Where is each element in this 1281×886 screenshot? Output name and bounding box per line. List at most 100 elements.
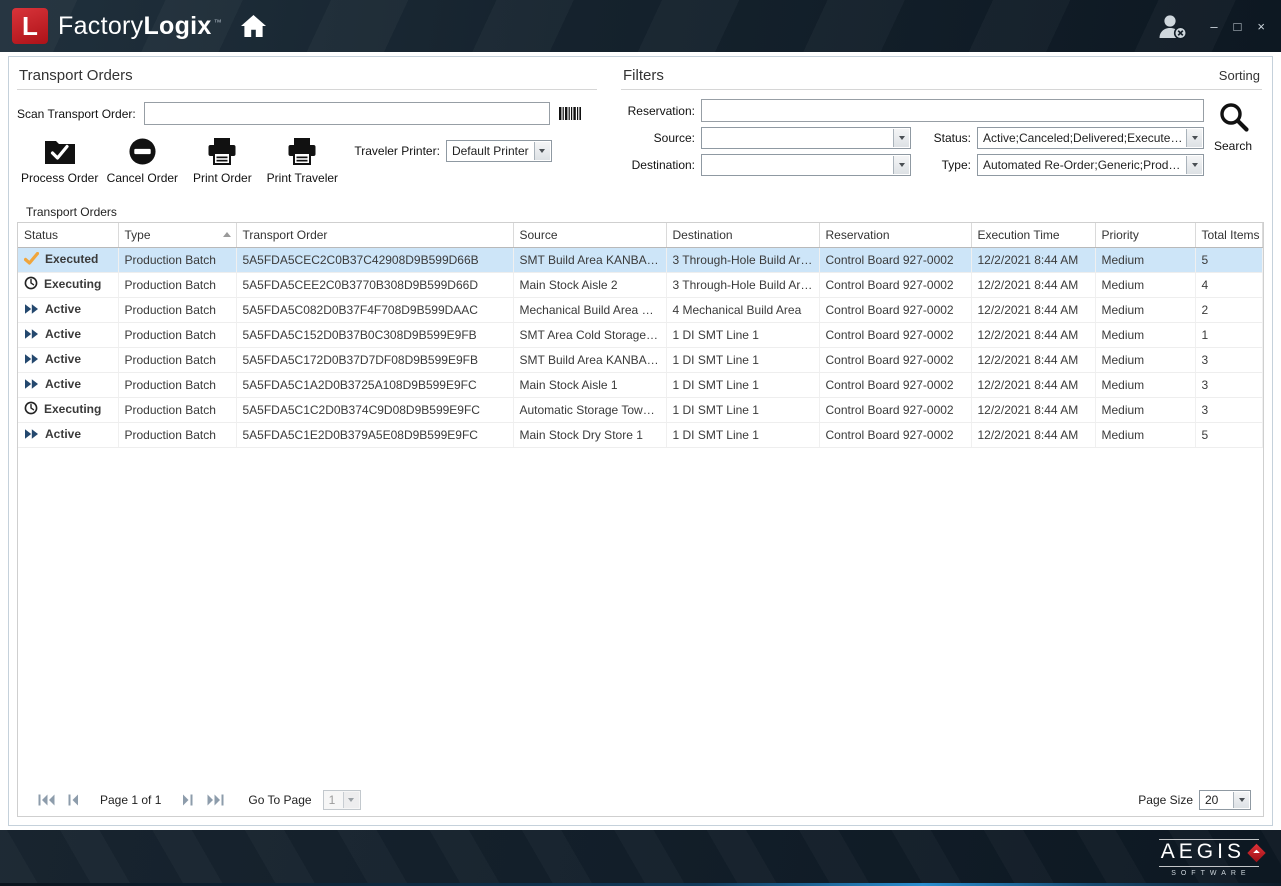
reservation-input[interactable] (701, 99, 1204, 122)
cell-status: Executed (18, 247, 118, 272)
cell-transport-order: 5A5FDA5C1E2D0B379A5E08D9B599E9FC (236, 422, 513, 447)
cell-execution-time: 12/2/2021 8:44 AM (971, 397, 1095, 422)
scan-transport-order-input[interactable] (144, 102, 550, 125)
minimize-button[interactable]: – (1210, 20, 1217, 33)
cell-execution-time: 12/2/2021 8:44 AM (971, 372, 1095, 397)
traveler-printer-value: Default Printer (452, 144, 529, 158)
cell-destination: 1 DI SMT Line 1 (666, 347, 819, 372)
column-header-destination[interactable]: Destination (666, 223, 819, 247)
source-label: Source: (621, 131, 695, 145)
cancel-order-icon (128, 135, 157, 168)
goto-page-value: 1 (329, 793, 336, 807)
cell-destination: 1 DI SMT Line 1 (666, 322, 819, 347)
cell-destination: 1 DI SMT Line 1 (666, 372, 819, 397)
cell-transport-order: 5A5FDA5C152D0B37B0C308D9B599E9FB (236, 322, 513, 347)
transport-orders-panel: Transport Orders Scan Transport Order: P… (9, 57, 607, 199)
status-text: Active (45, 377, 81, 391)
cell-total-items: 2 (1195, 297, 1263, 322)
cell-priority: Medium (1095, 347, 1195, 372)
next-page-button[interactable] (178, 792, 198, 808)
cell-type: Production Batch (118, 347, 236, 372)
search-button[interactable]: Search (1204, 99, 1262, 181)
print-order-label: Print Order (193, 171, 252, 185)
cell-status: Executing (18, 397, 118, 422)
column-header-type[interactable]: Type (118, 223, 236, 247)
fast-forward-icon (24, 378, 39, 393)
cell-execution-time: 12/2/2021 8:44 AM (971, 297, 1095, 322)
table-row[interactable]: ActiveProduction Batch5A5FDA5C1E2D0B379A… (18, 422, 1263, 447)
cell-status: Active (18, 347, 118, 372)
process-order-label: Process Order (21, 171, 98, 185)
maximize-button[interactable]: □ (1234, 20, 1242, 33)
status-label: Status: (921, 131, 971, 145)
sorting-link[interactable]: Sorting (1219, 68, 1260, 83)
print-order-button[interactable]: Print Order (182, 134, 262, 186)
cell-execution-time: 12/2/2021 8:44 AM (971, 272, 1095, 297)
destination-select[interactable] (701, 154, 911, 176)
close-button[interactable]: × (1257, 20, 1265, 33)
type-select[interactable]: Automated Re-Order;Generic;Produc... (977, 154, 1204, 176)
cell-reservation: Control Board 927-0002 (819, 247, 971, 272)
transport-orders-group: Transport Orders StatusTypeTransport Ord… (17, 205, 1264, 817)
table-row[interactable]: ExecutingProduction Batch5A5FDA5C1C2D0B3… (18, 397, 1263, 422)
table-row[interactable]: ActiveProduction Batch5A5FDA5C172D0B37D7… (18, 347, 1263, 372)
goto-page-input[interactable]: 1 (323, 790, 361, 810)
status-select[interactable]: Active;Canceled;Delivered;Executed;E... (977, 127, 1204, 149)
clock-icon (24, 276, 38, 293)
cell-type: Production Batch (118, 322, 236, 347)
transport-orders-title: Transport Orders (19, 67, 133, 84)
table-row[interactable]: ActiveProduction Batch5A5FDA5C1A2D0B3725… (18, 372, 1263, 397)
cell-total-items: 3 (1195, 372, 1263, 397)
logo-letter: L (22, 11, 38, 42)
cell-type: Production Batch (118, 422, 236, 447)
search-icon (1218, 101, 1249, 137)
cell-reservation: Control Board 927-0002 (819, 397, 971, 422)
source-select[interactable] (701, 127, 911, 149)
cell-reservation: Control Board 927-0002 (819, 322, 971, 347)
reservation-label: Reservation: (621, 104, 695, 118)
table-row[interactable]: ActiveProduction Batch5A5FDA5C152D0B37B0… (18, 322, 1263, 347)
column-header-priority[interactable]: Priority (1095, 223, 1195, 247)
column-header-source[interactable]: Source (513, 223, 666, 247)
page-size-select[interactable]: 20 (1199, 790, 1251, 810)
factorylogix-window: L FactoryLogix™ – □ × Transport Orders (0, 0, 1281, 886)
first-page-button[interactable] (36, 792, 56, 808)
filters-panel: Filters Sorting Reservation: Source: (607, 57, 1274, 199)
column-header-status[interactable]: Status (18, 223, 118, 247)
column-header-total-items[interactable]: Total Items (1195, 223, 1263, 247)
column-header-transport-order[interactable]: Transport Order (236, 223, 513, 247)
dropdown-arrow-icon (534, 142, 550, 160)
cell-type: Production Batch (118, 297, 236, 322)
cell-transport-order: 5A5FDA5CEE2C0B3770B308D9B599D66D (236, 272, 513, 297)
print-traveler-button[interactable]: Print Traveler (262, 134, 342, 186)
column-header-reservation[interactable]: Reservation (819, 223, 971, 247)
user-logout-icon[interactable] (1156, 13, 1188, 40)
cancel-order-button[interactable]: Cancel Order (102, 134, 182, 186)
cell-source: Automatic Storage Tower 1 (513, 397, 666, 422)
orders-toolbar: Process Order Cancel Order Print Order (17, 134, 597, 186)
previous-page-button[interactable] (63, 792, 83, 808)
main-content: Transport Orders Scan Transport Order: P… (8, 56, 1273, 826)
trademark: ™ (214, 18, 222, 27)
cell-priority: Medium (1095, 322, 1195, 347)
home-icon[interactable] (240, 14, 267, 38)
process-order-button[interactable]: Process Order (17, 134, 102, 186)
table-row[interactable]: ExecutingProduction Batch5A5FDA5CEE2C0B3… (18, 272, 1263, 297)
table-row[interactable]: ExecutedProduction Batch5A5FDA5CEC2C0B37… (18, 247, 1263, 272)
cell-execution-time: 12/2/2021 8:44 AM (971, 322, 1095, 347)
fast-forward-icon (24, 328, 39, 343)
cell-total-items: 5 (1195, 247, 1263, 272)
cell-type: Production Batch (118, 397, 236, 422)
sort-ascending-icon (223, 232, 231, 237)
scan-transport-order-label: Scan Transport Order: (17, 107, 136, 121)
cell-destination: 3 Through-Hole Build Area (666, 272, 819, 297)
table-row[interactable]: ActiveProduction Batch5A5FDA5C082D0B37F4… (18, 297, 1263, 322)
aegis-brand-text: AEGIS (1161, 840, 1245, 863)
print-traveler-label: Print Traveler (267, 171, 338, 185)
column-header-execution-time[interactable]: Execution Time (971, 223, 1095, 247)
aegis-logo: AEGIS SOFTWARE (1159, 839, 1259, 876)
aegis-subbrand-text: SOFTWARE (1167, 870, 1250, 877)
last-page-button[interactable] (205, 792, 225, 808)
dropdown-arrow-icon (1186, 156, 1202, 174)
traveler-printer-select[interactable]: Default Printer (446, 140, 552, 162)
